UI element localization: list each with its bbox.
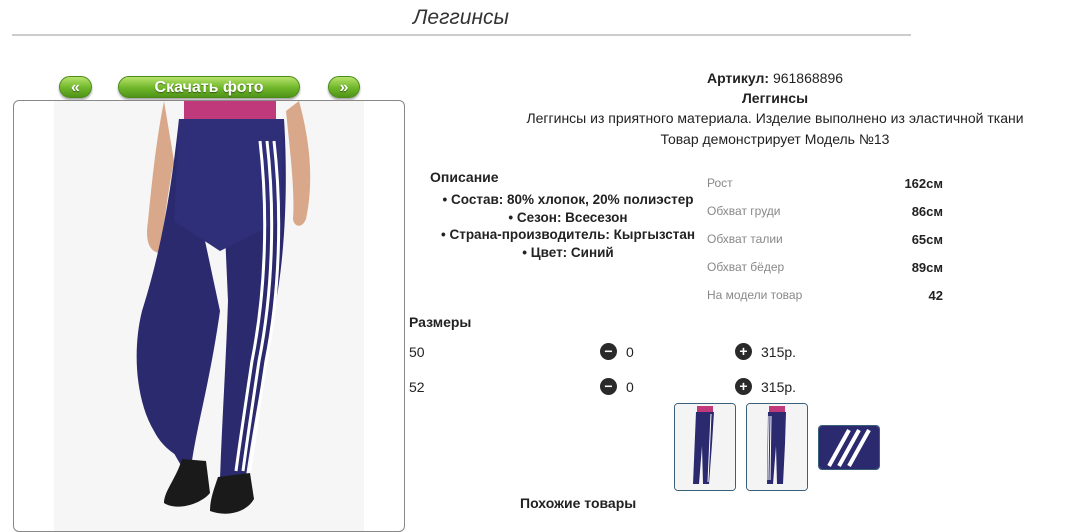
- model-note: Товар демонстрирует Модель №13: [660, 131, 890, 147]
- thumbnail-photo-2[interactable]: [746, 403, 808, 491]
- product-description: Леггинсы из приятного материала. Изделие…: [526, 110, 1024, 126]
- title-divider: [12, 34, 911, 36]
- description-item: Цвет: Синий: [428, 244, 708, 262]
- quantity-value: 0: [626, 379, 634, 395]
- prev-photo-button[interactable]: «: [59, 76, 92, 98]
- plus-circle-icon[interactable]: +: [735, 343, 752, 360]
- download-photo-button[interactable]: Скачать фото: [118, 76, 300, 98]
- measurement-value: 42: [928, 288, 943, 303]
- plus-circle-icon[interactable]: +: [735, 378, 752, 395]
- description-item: Состав: 80% хлопок, 20% полиэстер: [428, 191, 708, 209]
- thumbnail-photo-1[interactable]: [674, 403, 736, 491]
- description-item: Сезон: Всесезон: [428, 209, 708, 227]
- size-row: 50 − 0 + 315р.: [409, 343, 829, 363]
- product-name: Леггинсы: [741, 90, 809, 106]
- measurement-value: 89см: [911, 260, 943, 275]
- measurement-label: Обхват груди: [707, 204, 781, 218]
- measurement-row: Обхват груди 86см: [707, 204, 943, 219]
- measurement-label: Обхват бёдер: [707, 260, 785, 274]
- article-value: 961868896: [772, 70, 844, 86]
- main-product-photo[interactable]: [13, 100, 405, 532]
- measurement-row: Рост 162см: [707, 176, 943, 191]
- page-title: Леггинсы: [413, 6, 509, 29]
- next-photo-button[interactable]: »: [328, 76, 360, 98]
- description-item: Страна-производитель: Кыргызстан: [428, 226, 708, 244]
- measurement-label: Рост: [707, 176, 733, 190]
- measurement-value: 162см: [904, 176, 943, 191]
- size-price: 315р.: [761, 344, 797, 360]
- size-price: 315р.: [761, 379, 797, 395]
- description-list: Состав: 80% хлопок, 20% полиэстер Сезон:…: [428, 191, 708, 261]
- size-label: 52: [409, 379, 425, 395]
- measurement-value: 86см: [911, 204, 943, 219]
- similar-products-title: Похожие товары: [520, 495, 637, 511]
- quantity-value: 0: [626, 344, 634, 360]
- thumbnail-detail[interactable]: [818, 425, 880, 470]
- measurement-row: На модели товар 42: [707, 288, 943, 303]
- size-label: 50: [409, 344, 425, 360]
- article-line: Артикул: 961868896: [500, 70, 1050, 86]
- article-label: Артикул:: [706, 70, 770, 86]
- measurement-row: Обхват талии 65см: [707, 232, 943, 247]
- minus-circle-icon[interactable]: −: [600, 343, 617, 360]
- measurement-row: Обхват бёдер 89см: [707, 260, 943, 275]
- size-row: 52 − 0 + 315р.: [409, 378, 829, 398]
- measurement-label: Обхват талии: [707, 232, 783, 246]
- measurement-label: На модели товар: [707, 288, 803, 302]
- measurement-value: 65см: [911, 232, 943, 247]
- sizes-title: Размеры: [409, 314, 472, 330]
- minus-circle-icon[interactable]: −: [600, 378, 617, 395]
- description-title: Описание: [430, 169, 499, 185]
